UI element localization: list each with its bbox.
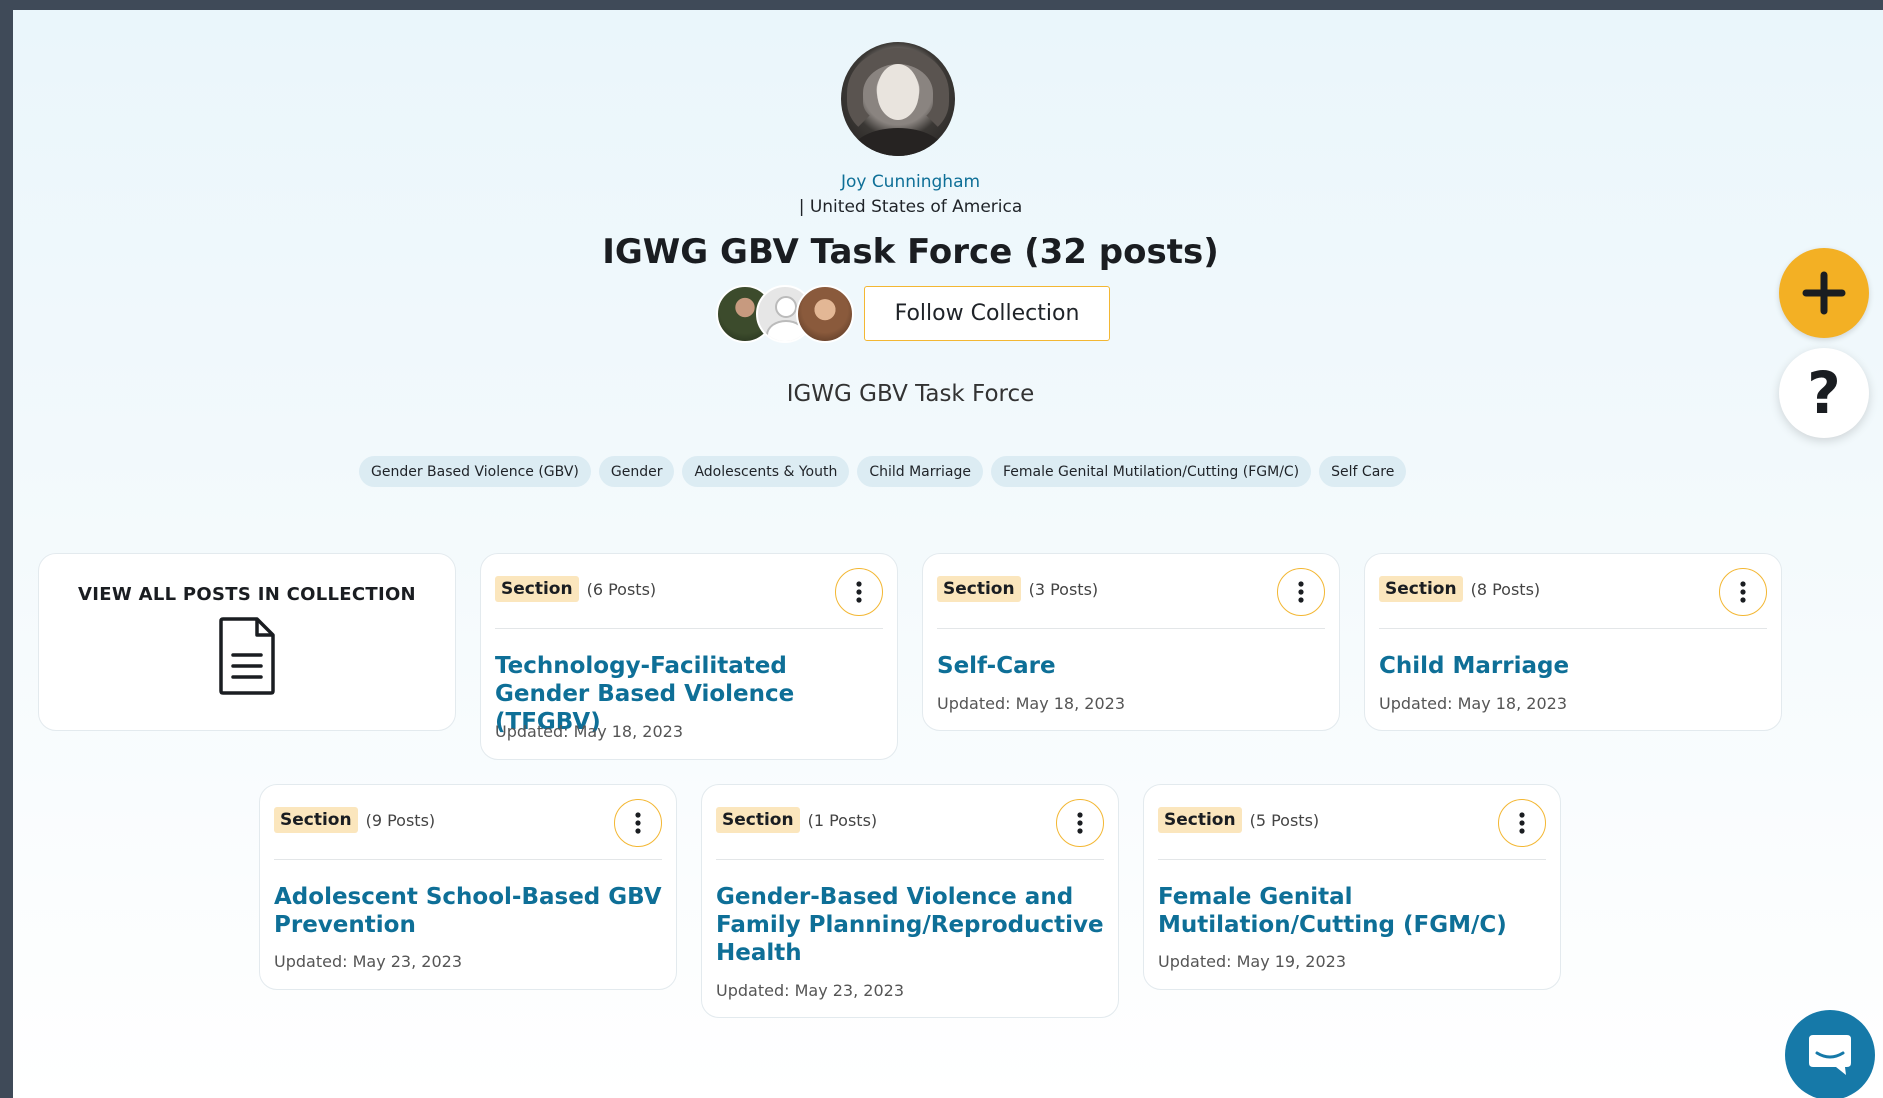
tag-list: Gender Based Violence (GBV) Gender Adole… (359, 456, 1407, 487)
member-avatar[interactable] (796, 285, 854, 343)
profile-country: | United States of America (798, 197, 1023, 217)
updated-date: Updated: May 18, 2023 (937, 694, 1125, 713)
kebab-icon (1519, 812, 1525, 834)
more-options-button[interactable] (1498, 799, 1546, 847)
page-frame: Joy Cunningham | United States of Americ… (0, 0, 1883, 1098)
tag-chip[interactable]: Adolescents & Youth (682, 456, 850, 487)
tag-chip[interactable]: Female Genital Mutilation/Cutting (FGM/C… (990, 456, 1312, 487)
kebab-icon (1077, 812, 1083, 834)
section-card[interactable]: Section (3 Posts) Self-Care Updated: May… (922, 553, 1340, 731)
collection-title: IGWG GBV Task Force (32 posts) (602, 232, 1219, 272)
section-title-link[interactable]: Gender-Based Violence and Family Plannin… (716, 883, 1104, 967)
post-count: (5 Posts) (1249, 810, 1320, 830)
tag-chip[interactable]: Self Care (1319, 456, 1407, 487)
section-badge: Section (716, 807, 800, 833)
collection-members[interactable] (716, 285, 856, 343)
tag-chip[interactable]: Gender (598, 456, 675, 487)
tag-chip[interactable]: Gender Based Violence (GBV) (359, 456, 591, 487)
section-badge: Section (495, 576, 579, 602)
updated-date: Updated: May 18, 2023 (495, 722, 683, 741)
section-card[interactable]: Section (6 Posts) Technology-Facilitated… (480, 553, 898, 760)
add-post-button[interactable] (1779, 248, 1869, 338)
more-options-button[interactable] (1056, 799, 1104, 847)
section-title-link[interactable]: Adolescent School-Based GBV Prevention (274, 883, 662, 939)
section-card[interactable]: Section (9 Posts) Adolescent School-Base… (259, 784, 677, 990)
view-all-posts-card[interactable]: VIEW ALL POSTS IN COLLECTION (38, 553, 456, 731)
post-count: (1 Posts) (807, 810, 878, 830)
more-options-button[interactable] (1277, 568, 1325, 616)
chat-button[interactable] (1785, 1010, 1875, 1098)
more-options-button[interactable] (614, 799, 662, 847)
section-title-link[interactable]: Female Genital Mutilation/Cutting (FGM/C… (1158, 883, 1546, 939)
help-button[interactable]: ? (1779, 348, 1869, 438)
updated-date: Updated: May 23, 2023 (274, 952, 462, 971)
chat-icon (1809, 1035, 1851, 1075)
tag-chip[interactable]: Child Marriage (857, 456, 983, 487)
plus-icon (1802, 271, 1846, 315)
section-badge: Section (274, 807, 358, 833)
follow-collection-button[interactable]: Follow Collection (864, 286, 1110, 341)
view-all-posts-label: VIEW ALL POSTS IN COLLECTION (78, 584, 416, 605)
updated-date: Updated: May 18, 2023 (1379, 694, 1567, 713)
collection-description: IGWG GBV Task Force (786, 381, 1035, 407)
updated-date: Updated: May 23, 2023 (716, 981, 904, 1000)
more-options-button[interactable] (1719, 568, 1767, 616)
section-title-link[interactable]: Child Marriage (1379, 652, 1767, 680)
section-title-link[interactable]: Self-Care (937, 652, 1325, 680)
document-icon (219, 617, 275, 695)
post-count: (6 Posts) (586, 579, 657, 599)
post-count: (8 Posts) (1470, 579, 1541, 599)
section-card[interactable]: Section (1 Posts) Gender-Based Violence … (701, 784, 1119, 1018)
post-count: (3 Posts) (1028, 579, 1099, 599)
kebab-icon (635, 812, 641, 834)
more-options-button[interactable] (835, 568, 883, 616)
kebab-icon (1740, 581, 1746, 603)
section-card[interactable]: Section (5 Posts) Female Genital Mutilat… (1143, 784, 1561, 990)
profile-name-link[interactable]: Joy Cunningham (13, 172, 1808, 192)
updated-date: Updated: May 19, 2023 (1158, 952, 1346, 971)
profile-avatar[interactable] (841, 42, 955, 156)
kebab-icon (856, 581, 862, 603)
section-badge: Section (937, 576, 1021, 602)
section-badge: Section (1158, 807, 1242, 833)
post-count: (9 Posts) (365, 810, 436, 830)
section-card[interactable]: Section (8 Posts) Child Marriage Updated… (1364, 553, 1782, 731)
section-badge: Section (1379, 576, 1463, 602)
kebab-icon (1298, 581, 1304, 603)
